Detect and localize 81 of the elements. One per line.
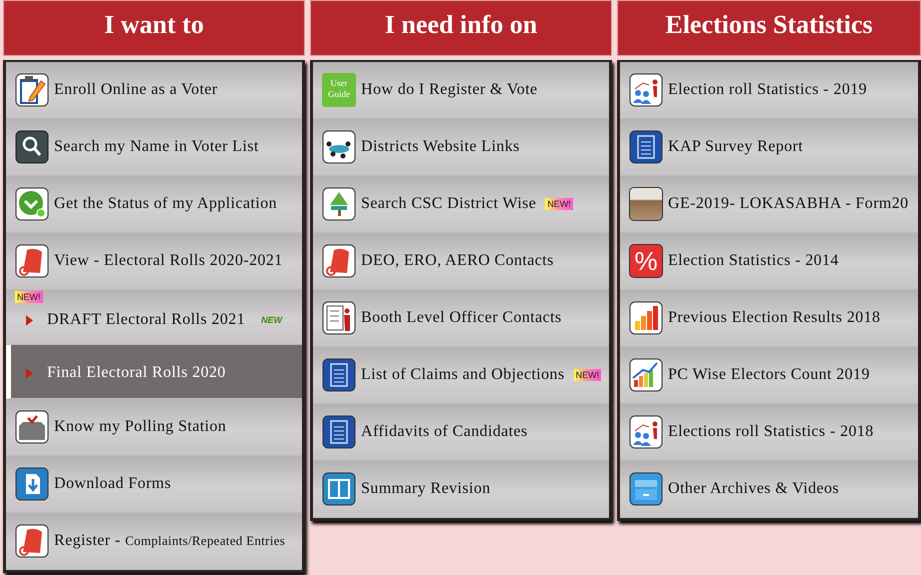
menu-item[interactable]: Get the Status of my Application <box>6 176 302 233</box>
document-icon <box>322 358 356 392</box>
menu-item-label: Final Electoral Rolls 2020 <box>47 364 226 382</box>
menu-item[interactable]: DEO, ERO, AERO Contacts <box>313 233 609 290</box>
bar-chart-icon <box>629 301 663 335</box>
menu-item-label: Know my Polling Station <box>54 417 226 437</box>
menu-item-label: Districts Website Links <box>361 137 520 157</box>
arrow-bullet-icon <box>26 314 33 326</box>
menu-item[interactable]: Final Electoral Rolls 2020 <box>6 345 302 399</box>
menu-item-label: Election roll Statistics - 2019 <box>668 80 868 100</box>
scroll-icon <box>15 524 49 558</box>
menu-item[interactable]: User Guide How do I Register & Vote <box>313 62 609 119</box>
menu-item-label: List of Claims and Objections <box>361 365 565 385</box>
percent-icon: % <box>629 244 663 278</box>
menu-item-label: Enroll Online as a Voter <box>54 80 218 100</box>
menu-item[interactable]: Search CSC District Wise NEW! <box>313 176 609 233</box>
menu-item-label: Register - Complaints/Repeated Entries <box>54 531 286 551</box>
menu-item-label: Previous Election Results 2018 <box>668 308 880 328</box>
menu-item-label: Other Archives & Videos <box>668 479 840 499</box>
document-icon <box>322 415 356 449</box>
menu-item[interactable]: Search my Name in Voter List <box>6 119 302 176</box>
menu-item-label: Search CSC District Wise <box>361 194 536 214</box>
menu-item-label: Booth Level Officer Contacts <box>361 308 562 328</box>
menu-item-label: KAP Survey Report <box>668 137 804 157</box>
menu-item[interactable]: PC Wise Electors Count 2019 <box>620 347 918 404</box>
search-icon <box>15 130 49 164</box>
column-header: I need info on <box>310 0 612 56</box>
menu-item[interactable]: KAP Survey Report <box>620 119 918 176</box>
menu-item[interactable]: NEW! DRAFT Electoral Rolls 2021 NEW <box>6 290 302 345</box>
scroll-icon <box>15 244 49 278</box>
photo-placeholder <box>629 187 663 221</box>
menu-item-label: Election Statistics - 2014 <box>668 251 839 271</box>
new-badge: NEW! <box>574 369 602 381</box>
new-badge: NEW! <box>15 291 42 303</box>
clipboard-pencil-icon <box>15 73 49 107</box>
menu-item[interactable]: Booth Level Officer Contacts <box>313 290 609 347</box>
column-header: Elections Statistics <box>617 0 921 56</box>
menu-item[interactable]: Other Archives & Videos <box>620 461 918 518</box>
scroll-icon <box>322 244 356 278</box>
menu-item-label: DRAFT Electoral Rolls 2021 <box>47 311 246 329</box>
menu-item-label: Summary Revision <box>361 479 491 499</box>
document-icon <box>629 130 663 164</box>
menu-item-label: Affidavits of Candidates <box>361 422 528 442</box>
tree-logo-icon <box>322 187 356 221</box>
menu-item-label: Elections roll Statistics - 2018 <box>668 422 874 442</box>
menu-item[interactable]: View - Electoral Rolls 2020-2021 <box>6 233 302 290</box>
new-badge: NEW! <box>545 198 573 210</box>
menu-item-label: DEO, ERO, AERO Contacts <box>361 251 554 271</box>
ballot-box-icon <box>15 410 49 444</box>
menu-item[interactable]: Enroll Online as a Voter <box>6 62 302 119</box>
people-chart-icon <box>629 415 663 449</box>
column-header: I want to <box>3 0 305 56</box>
menu-item[interactable]: Summary Revision <box>313 461 609 518</box>
menu-item[interactable]: Previous Election Results 2018 <box>620 290 918 347</box>
new-label: NEW <box>260 314 284 326</box>
menu-item[interactable]: GE-2019- LOKASABHA - Form20 <box>620 176 918 233</box>
presenter-board-icon <box>322 301 356 335</box>
meeting-icon <box>322 130 356 164</box>
menu-item[interactable]: % Election Statistics - 2014 <box>620 233 918 290</box>
growth-chart-icon <box>629 358 663 392</box>
menu-item[interactable]: Affidavits of Candidates <box>313 404 609 461</box>
menu-item-label: How do I Register & Vote <box>361 80 538 100</box>
menu-item-label: View - Electoral Rolls 2020-2021 <box>54 251 283 271</box>
download-icon <box>15 467 49 501</box>
people-chart-icon <box>629 73 663 107</box>
menu-item[interactable]: List of Claims and Objections NEW! <box>313 347 609 404</box>
menu-item-label: Get the Status of my Application <box>54 194 277 214</box>
arrow-bullet-icon <box>26 368 33 378</box>
menu-item-label: Download Forms <box>54 474 172 494</box>
user-guide-icon: User Guide <box>322 73 356 107</box>
menu-item-label: GE-2019- LOKASABHA - Form20 <box>668 194 909 214</box>
menu-item[interactable]: Districts Website Links <box>313 119 609 176</box>
menu-item-label: PC Wise Electors Count 2019 <box>668 365 870 385</box>
menu-item[interactable]: Elections roll Statistics - 2018 <box>620 404 918 461</box>
menu-item-label: Search my Name in Voter List <box>54 137 259 157</box>
archive-cabinet-icon <box>629 472 663 506</box>
menu-item[interactable]: Election roll Statistics - 2019 <box>620 62 918 119</box>
menu-item[interactable]: Register - Complaints/Repeated Entries <box>6 513 302 570</box>
book-icon <box>322 472 356 506</box>
menu-item[interactable]: Download Forms <box>6 456 302 513</box>
menu-item[interactable]: Know my Polling Station <box>6 399 302 456</box>
